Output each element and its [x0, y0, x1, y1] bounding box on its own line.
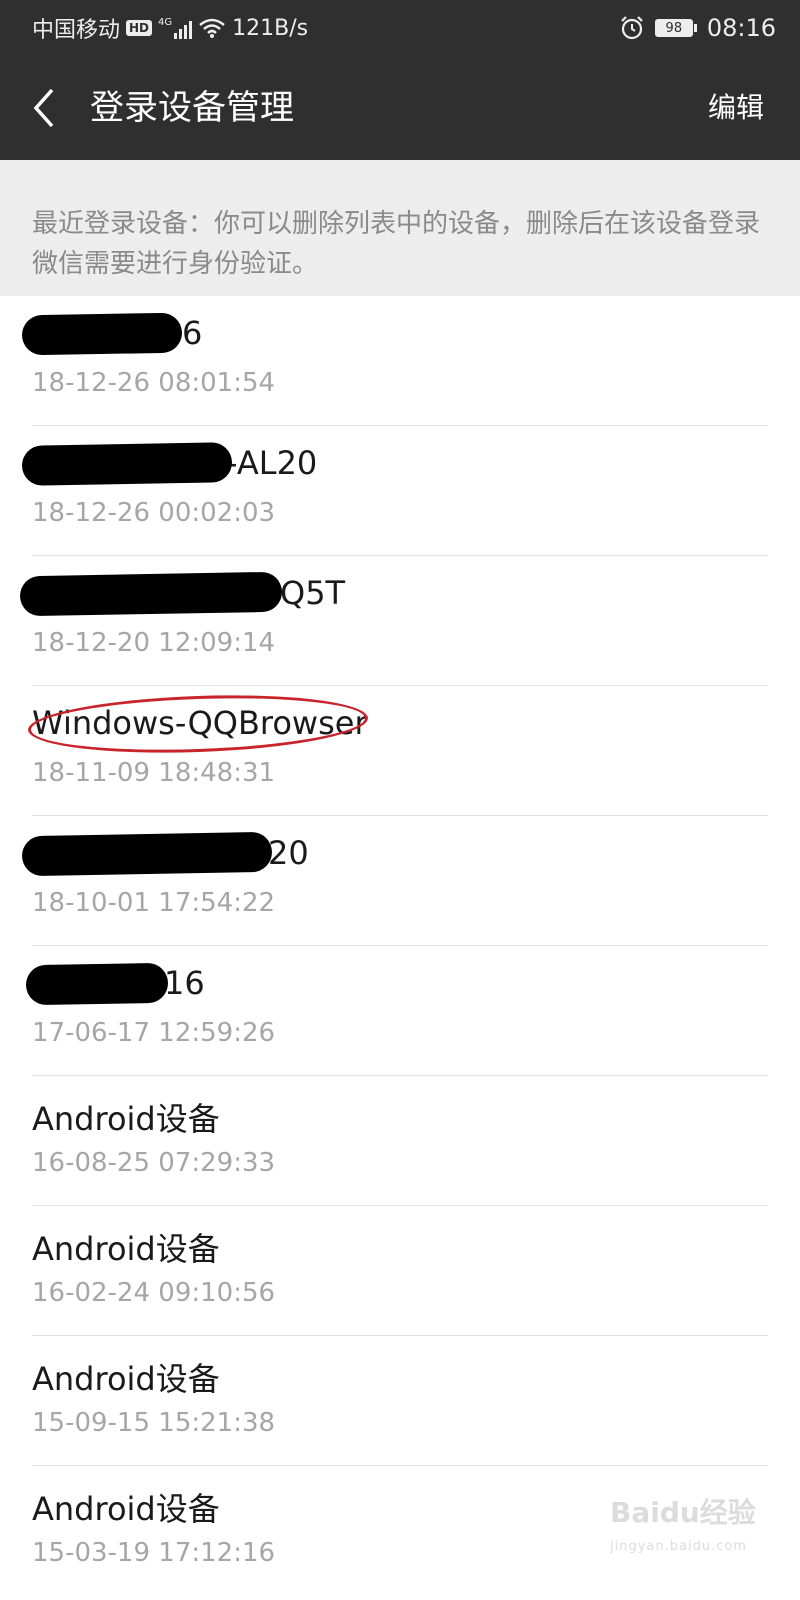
- baidu-watermark: Baidu经验 jingyan.baidu.com: [610, 1496, 780, 1580]
- device-name: Android设备: [32, 1490, 220, 1528]
- device-name: Android设备: [32, 1360, 220, 1398]
- chevron-left-icon: [33, 88, 54, 128]
- device-item[interactable]: 16 17-06-17 12:59:26: [0, 946, 800, 1076]
- redaction-mark: [21, 831, 273, 877]
- page-title: 登录设备管理: [90, 88, 294, 128]
- carrier-name: 中国移动: [32, 18, 121, 43]
- device-name: 6: [182, 314, 203, 352]
- notice-text: 最近登录设备：你可以删除列表中的设备，删除后在该设备登录微信需要进行身份验证。: [32, 209, 761, 279]
- highlight-ellipse: [27, 690, 369, 758]
- network-type: 4G: [158, 17, 173, 28]
- device-time: 15-03-19 17:12:16: [32, 1538, 276, 1568]
- redaction-mark: [25, 962, 169, 1006]
- device-time: 18-10-01 17:54:22: [32, 888, 276, 918]
- device-time: 16-08-25 07:29:33: [32, 1148, 276, 1178]
- device-time: 18-12-26 00:02:03: [32, 498, 276, 528]
- clock-time: 08:16: [706, 14, 776, 42]
- device-name: 16: [164, 964, 205, 1002]
- device-item[interactable]: Android设备 16-02-24 09:10:56: [0, 1206, 800, 1336]
- device-item[interactable]: Android设备 16-08-25 07:29:33: [0, 1076, 800, 1206]
- device-name: -AL20: [226, 444, 318, 482]
- device-time: 18-12-26 08:01:54: [32, 368, 276, 398]
- redaction-mark: [21, 312, 183, 356]
- device-time: 18-12-20 12:09:14: [32, 628, 276, 658]
- device-name: 20: [268, 834, 309, 872]
- status-left: 中国移动 HD 4G 121B/s: [32, 12, 308, 44]
- signal-icon: 4G: [158, 17, 193, 39]
- device-item[interactable]: 6 18-12-26 08:01:54: [0, 296, 800, 426]
- device-name: Android设备: [32, 1230, 220, 1268]
- hd-icon: HD: [126, 20, 153, 36]
- watermark-main: Baidu经验: [610, 1496, 756, 1529]
- status-bar: 中国移动 HD 4G 121B/s 98 08:16: [0, 0, 800, 56]
- device-item[interactable]: Q5T 18-12-20 12:09:14: [0, 556, 800, 686]
- net-speed: 121B/s: [232, 15, 309, 41]
- back-button[interactable]: [22, 78, 82, 138]
- device-item[interactable]: -AL20 18-12-26 00:02:03: [0, 426, 800, 556]
- device-item[interactable]: 20 18-10-01 17:54:22: [0, 816, 800, 946]
- device-item[interactable]: Windows-QQBrowser 18-11-09 18:48:31: [0, 686, 800, 816]
- device-time: 16-02-24 09:10:56: [32, 1278, 276, 1308]
- device-list: 6 18-12-26 08:01:54 -AL20 18-12-26 00:02…: [0, 296, 800, 1596]
- device-time: 17-06-17 12:59:26: [32, 1018, 276, 1048]
- device-time: 15-09-15 15:21:38: [32, 1408, 276, 1438]
- alarm-clock-icon: [621, 16, 643, 40]
- nav-bar: 登录设备管理 编辑: [0, 56, 800, 160]
- battery-icon: 98: [654, 19, 697, 37]
- watermark-sub: jingyan.baidu.com: [610, 1539, 747, 1554]
- notice-banner: 最近登录设备：你可以删除列表中的设备，删除后在该设备登录微信需要进行身份验证。: [0, 160, 800, 296]
- redaction-mark: [19, 571, 283, 617]
- device-name: Android设备: [32, 1100, 220, 1138]
- device-time: 18-11-09 18:48:31: [32, 758, 276, 788]
- wifi-icon: [199, 18, 225, 38]
- status-right: 98 08:16: [619, 12, 776, 44]
- device-name: Q5T: [280, 574, 346, 612]
- battery-level: 98: [665, 20, 683, 36]
- device-item[interactable]: Android设备 15-09-15 15:21:38: [0, 1336, 800, 1466]
- redaction-mark: [21, 442, 233, 486]
- edit-button[interactable]: 编辑: [708, 56, 764, 160]
